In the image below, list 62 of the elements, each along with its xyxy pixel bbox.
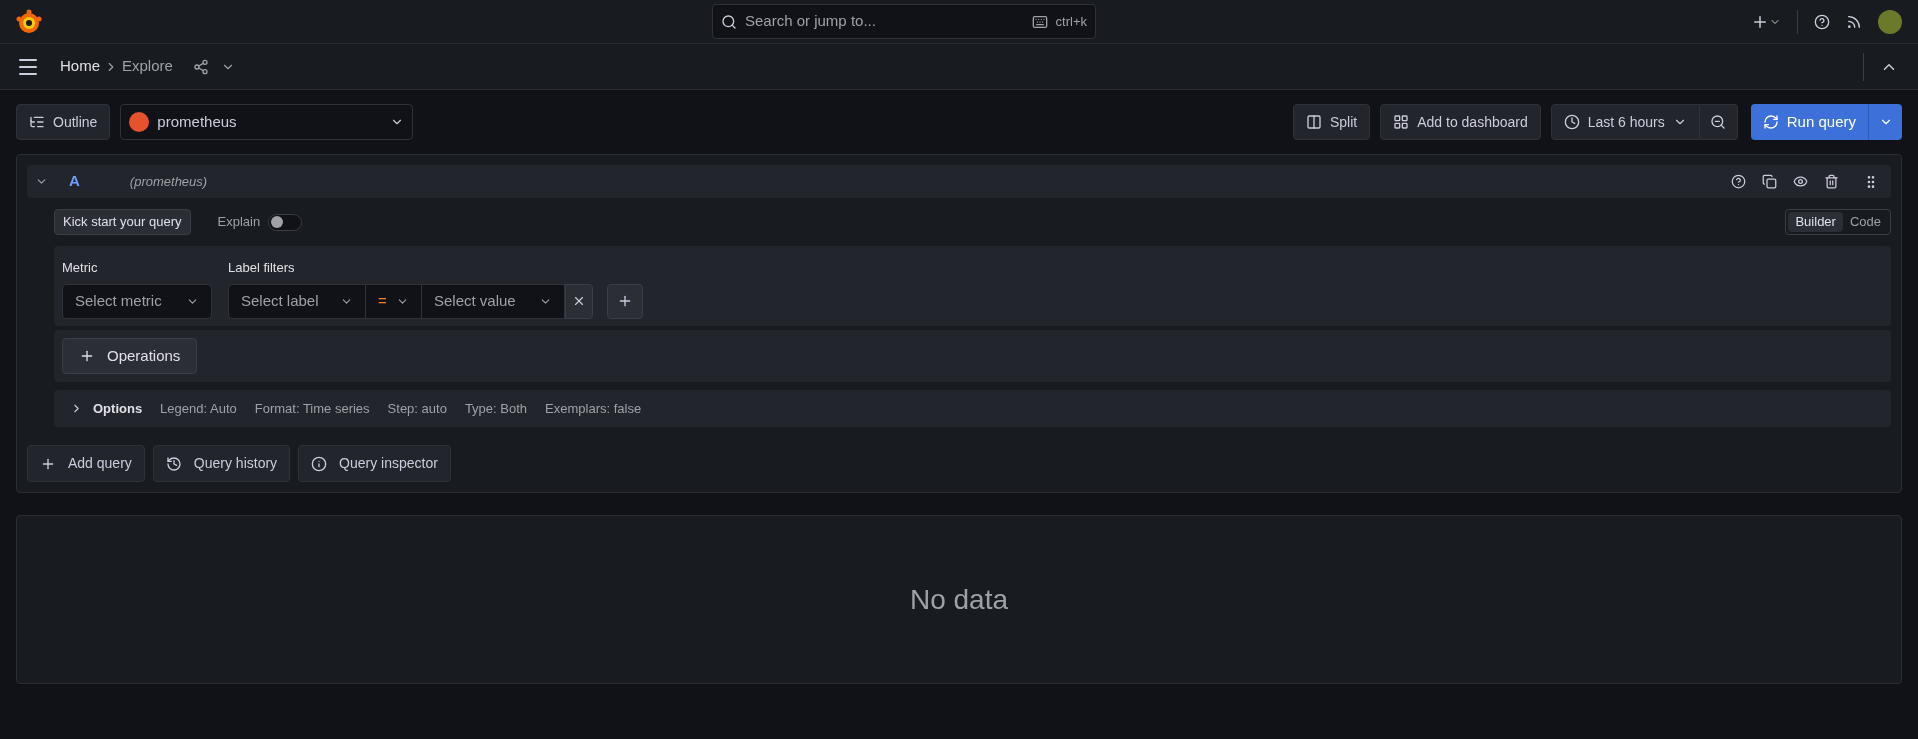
label-filters-label: Label filters [228,259,296,277]
zoom-out-icon [1710,114,1727,130]
help-icon[interactable] [1814,13,1830,30]
metric-select[interactable]: Select metric [62,283,212,319]
metric-label: Metric [62,259,99,277]
avatar[interactable] [1878,9,1902,34]
add-filter-button[interactable] [607,283,643,319]
search-bar[interactable]: Search or jump to... ctrl+k [712,4,1096,39]
operator-select[interactable]: = [366,283,422,319]
option-summary: Type: Both [464,399,528,418]
datasource-picker[interactable]: prometheus [120,104,414,140]
rss-icon[interactable] [1846,13,1862,30]
grid-icon [1393,114,1410,130]
value-select[interactable]: Select value [422,283,565,319]
breadcrumb-link[interactable]: Explore [122,55,173,78]
flame-logo-icon [129,112,150,132]
no-data-message: No data [909,582,1009,617]
clock-icon [1563,114,1580,130]
query-action-button[interactable]: Query history [152,445,291,482]
datasource-name: prometheus [157,111,238,132]
kick-start-button[interactable]: Kick start your query [54,209,191,235]
keyboard-icon [1031,13,1048,30]
time-range-button[interactable]: Last 6 hours [1550,104,1700,140]
split-button[interactable]: Split [1292,104,1371,140]
remove-filter-button[interactable] [565,283,593,319]
outline-button[interactable]: Outline [16,104,111,140]
mode-tab[interactable]: Code [1842,212,1888,232]
operations-button[interactable]: Operations [62,338,198,374]
run-query-button[interactable]: Run query [1750,104,1868,140]
option-summary: Exemplars: false [545,399,642,418]
zoom-out-button[interactable] [1699,104,1738,140]
help-icon[interactable] [1731,174,1746,189]
explain-toggle[interactable] [268,213,303,231]
option-summary: Step: auto [387,399,447,418]
eye-icon[interactable] [1793,174,1808,189]
options-title: Options [93,399,143,418]
query-action-button[interactable]: Add query [27,445,145,482]
close-icon [572,294,586,308]
history-icon [165,455,182,472]
share-icon[interactable] [192,58,209,75]
search-icon [721,13,737,30]
info-icon [311,455,328,472]
options-row[interactable]: Options Legend: Auto Format: Time series Step: auto Type: Both Exemplars: false [54,390,1891,427]
mode-tab[interactable]: Builder [1788,212,1843,232]
copy-icon[interactable] [1762,174,1777,189]
list-icon [29,114,45,130]
query-ref: A [69,171,80,192]
query-action-button[interactable]: Query inspector [298,445,451,482]
plus-icon [79,348,95,364]
search-input[interactable]: Search or jump to... [745,10,1024,33]
explain-label: Explain [217,213,261,232]
option-summary: Format: Time series [254,399,370,418]
plus-icon [617,293,633,309]
shortcut-hint: ctrl+k [1055,12,1087,31]
query-datasource: (prometheus) [129,172,208,191]
add-to-dashboard-button[interactable]: Add to dashboard [1380,104,1541,140]
option-summary: Legend: Auto [160,399,237,418]
label-select[interactable]: Select label [228,283,366,319]
trash-icon[interactable] [1824,174,1839,189]
columns-icon [1305,114,1322,130]
refresh-icon [1762,114,1779,130]
breadcrumb-link[interactable]: Home [60,55,100,78]
